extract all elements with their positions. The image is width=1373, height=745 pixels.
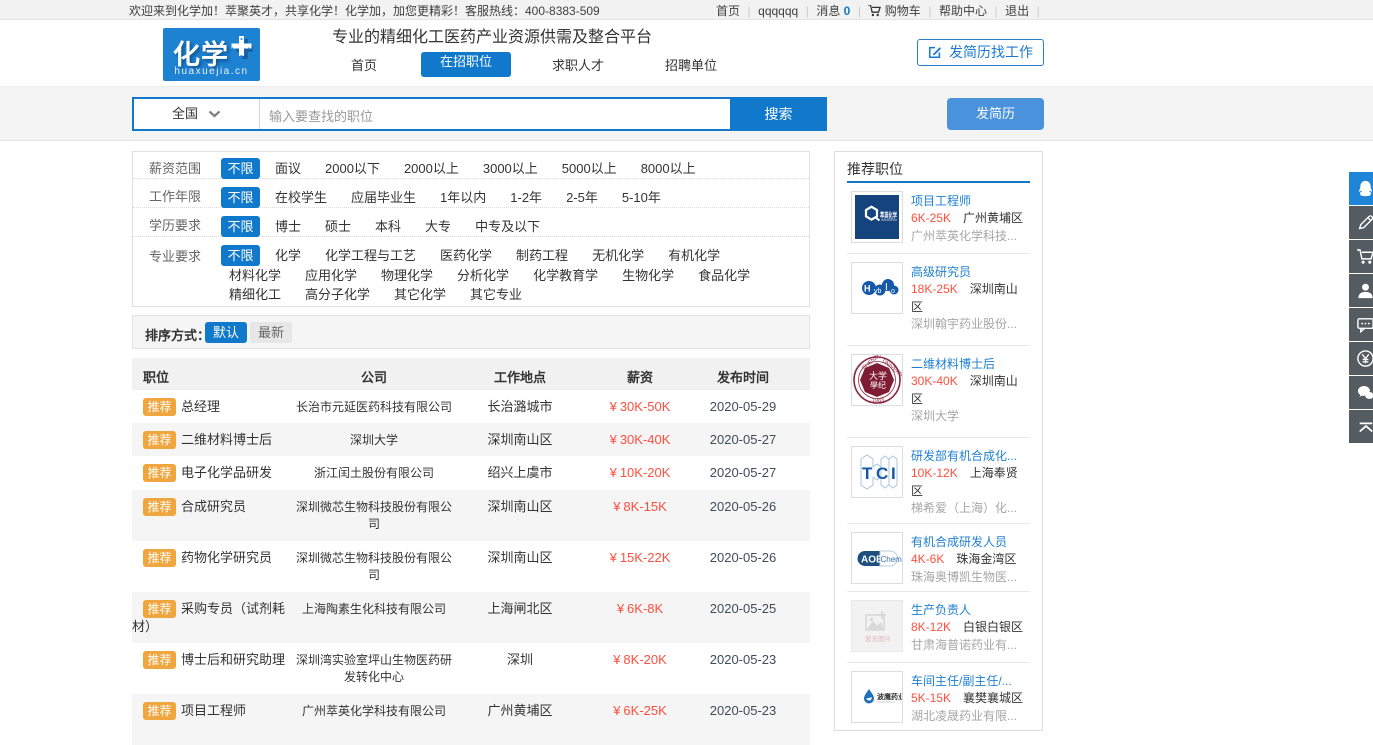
svg-text:波鹰药业: 波鹰药业 <box>877 692 902 701</box>
svg-text:H: H <box>864 284 871 294</box>
svg-text:o: o <box>891 288 895 295</box>
svg-text:I: I <box>891 464 896 483</box>
svg-text:萃英化学: 萃英化学 <box>880 211 897 220</box>
svg-text:Chem: Chem <box>881 555 903 564</box>
svg-text:大学: 大学 <box>869 370 887 381</box>
svg-text:·1983·: ·1983· <box>870 398 886 404</box>
svg-text:yb: yb <box>874 288 882 295</box>
svg-text:C: C <box>876 464 888 483</box>
svg-text:學纪: 學纪 <box>870 380 886 390</box>
svg-text:T: T <box>862 464 873 483</box>
svg-text:暂无图片: 暂无图片 <box>865 634 891 643</box>
svg-text:I: I <box>885 282 888 293</box>
